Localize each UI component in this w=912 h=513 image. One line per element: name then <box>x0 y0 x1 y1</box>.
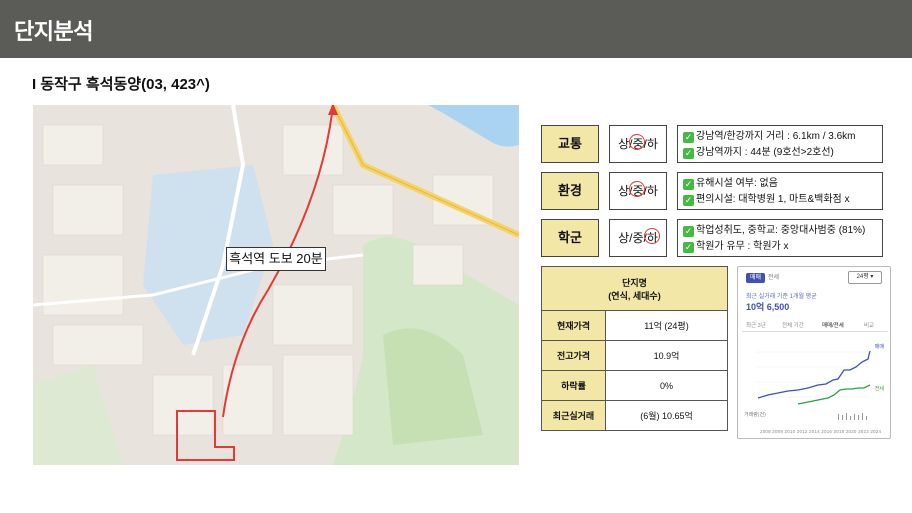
category-transport: 교통 <box>541 125 599 163</box>
grade-low-selected: 하 <box>643 220 660 256</box>
check-icon: ✓ <box>683 241 694 253</box>
table-row: 하락률 0% <box>541 370 728 401</box>
table-header: 단지명 (연식, 세대수) <box>541 266 728 311</box>
detail-line: 학업성취도, 중학교: 중앙대사범중 (81%) <box>696 225 866 236</box>
detail-line: 강남역/한강까지 거리 : 6.1km / 3.6km <box>696 131 856 142</box>
legend-jeonse: 전세 <box>874 386 884 392</box>
map-graphic <box>33 105 519 465</box>
table-row: 현재가격 11억 (24평) <box>541 310 728 341</box>
detail-environment: ✓ 유해시설 여부: 없음 ✓ 편의시설: 대학병원 1, 마트&백화점 x <box>677 172 883 210</box>
check-icon: ✓ <box>683 131 694 143</box>
grade-school: 상/중/하 <box>609 219 667 257</box>
detail-line: 학원가 유무 : 학원가 x <box>696 241 789 252</box>
grade-high: 상 <box>618 184 630 198</box>
year-axis: 2008 2009 2010 2012 2014 2016 2018 2020 … <box>760 429 882 434</box>
volume-label: 거래량(건) <box>744 412 766 418</box>
grade-high: 상 <box>618 231 630 245</box>
grade-transport: 상/중/하 <box>609 125 667 163</box>
check-icon: ✓ <box>683 225 694 237</box>
category-environment: 환경 <box>541 172 599 210</box>
walk-time-label: 흑석역 도보 20분 <box>226 247 326 271</box>
grade-mid-selected: 중 <box>629 173 646 209</box>
row-value: 0% <box>605 370 728 401</box>
detail-line: 편의시설: 대학병원 1, 마트&백화점 x <box>696 194 850 205</box>
grade-environment: 상/중/하 <box>609 172 667 210</box>
row-label: 하락률 <box>541 370 606 401</box>
row-label: 전고가격 <box>541 340 606 371</box>
row-value: 10.9억 <box>605 340 728 371</box>
grade-low: 하 <box>646 137 658 151</box>
price-chart-card: 매매 전세 24평 ▾ 최근 실거래 기준 1개월 평균 10억 6,500 최… <box>737 266 891 439</box>
check-icon: ✓ <box>683 178 694 190</box>
detail-line: 유해시설 여부: 없음 <box>696 178 778 189</box>
detail-line: 강남역까지 : 44분 (9호선>2호선) <box>696 147 834 158</box>
grade-high: 상 <box>618 137 630 151</box>
row-value: 11억 (24평) <box>605 310 728 341</box>
header-bar: 단지분석 <box>0 0 912 58</box>
grade-mid-selected: 중 <box>629 126 646 162</box>
row-label: 현재가격 <box>541 310 606 341</box>
grade-low: 하 <box>646 184 658 198</box>
check-icon: ✓ <box>683 147 694 159</box>
page-title: 단지분석 <box>14 19 93 44</box>
price-table: 단지명 (연식, 세대수) 현재가격 11억 (24평) 전고가격 10.9억 … <box>541 266 728 431</box>
category-school: 학군 <box>541 219 599 257</box>
table-row: 최근실거래 (6월) 10.65억 <box>541 400 728 431</box>
grade-mid: 중 <box>632 231 644 245</box>
detail-school: ✓ 학업성취도, 중학교: 중앙대사범중 (81%) ✓ 학원가 유무 : 학원가 … <box>677 219 883 257</box>
area-map: 흑석역 도보 20분 <box>33 105 519 465</box>
detail-transport: ✓ 강남역/한강까지 거리 : 6.1km / 3.6km ✓ 강남역까지 : 44… <box>677 125 883 163</box>
check-icon: ✓ <box>683 194 694 206</box>
row-label: 최근실거래 <box>541 400 606 431</box>
legend-sale: 매매 <box>874 344 884 350</box>
table-row: 전고가격 10.9억 <box>541 340 728 371</box>
row-value: (6월) 10.65억 <box>605 400 728 431</box>
complex-subtitle: I 동작구 흑석동양(03, 423^) <box>32 76 210 93</box>
